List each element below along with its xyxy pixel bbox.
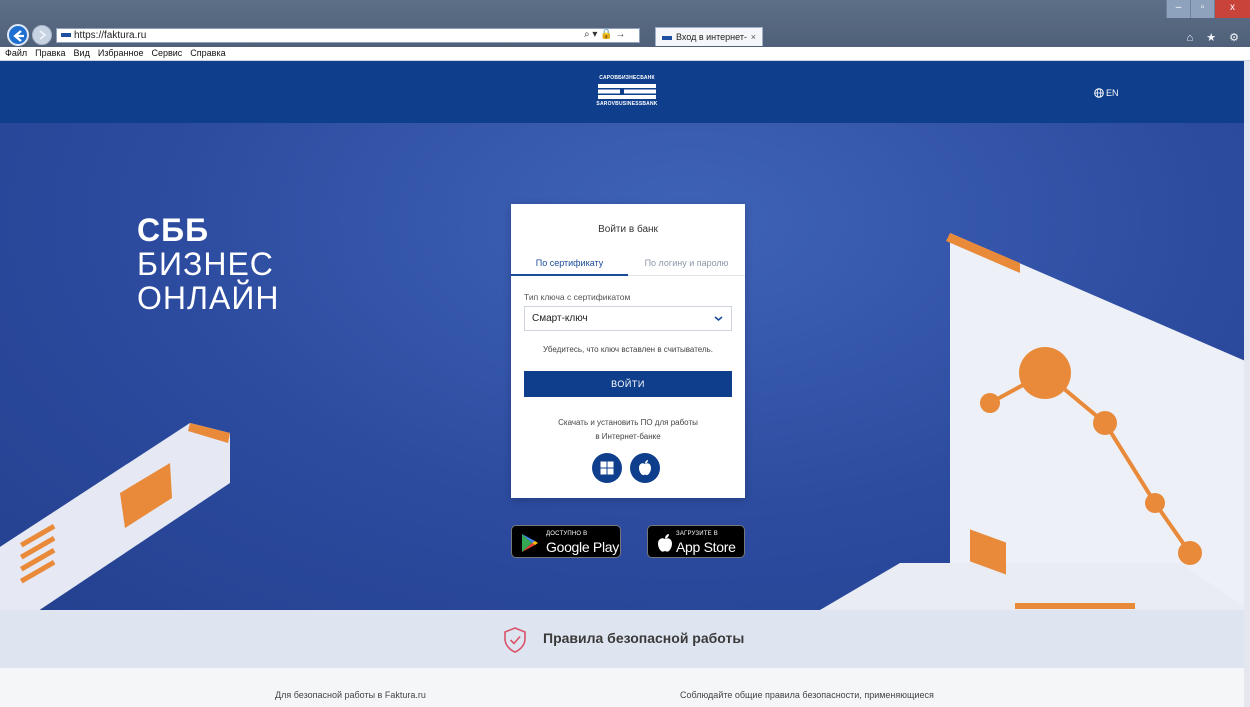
login-card: Войти в банк По сертификату По логину и … <box>511 204 745 498</box>
footer: Для безопасной работы в Faktura.ru Соблю… <box>0 668 1250 707</box>
address-url: https://faktura.ru <box>74 30 147 41</box>
browser-chrome: https://faktura.ru ⌕ ▾ 🔒 → Вход в интерн… <box>0 0 1250 60</box>
minimize-button[interactable]: – <box>1166 0 1190 18</box>
menu-help[interactable]: Справка <box>190 47 225 60</box>
windows-icon <box>600 461 614 475</box>
site-favicon-icon <box>61 33 71 38</box>
chevron-down-icon <box>714 307 723 339</box>
site-header: САРОВБИЗНЕСБАНК SAROVBUSINESSBANK EN <box>0 61 1250 123</box>
windows-download-button[interactable] <box>592 453 622 483</box>
login-title: Войти в банк <box>598 224 658 235</box>
card-illustration-icon <box>0 423 230 610</box>
download-text: Скачать и установить ПО для работы в Инт… <box>511 416 745 444</box>
apple-logo-icon <box>658 534 672 552</box>
google-play-label: Google Play <box>546 539 619 555</box>
macos-download-button[interactable] <box>630 453 660 483</box>
login-tabs: По сертификату По логину и паролю <box>511 254 745 276</box>
shield-check-icon <box>504 627 526 653</box>
app-store-small: Загрузите в <box>676 531 718 537</box>
close-window-button[interactable]: x <box>1214 0 1250 18</box>
tab-certificate[interactable]: По сертификату <box>511 254 628 276</box>
download-line2: в Интернет-банке <box>595 432 661 441</box>
download-line1: Скачать и установить ПО для работы <box>558 418 698 427</box>
footer-col1-text: Для безопасной работы в Faktura.ru <box>275 690 426 700</box>
security-rules-title: Правила безопасной работы <box>543 630 745 646</box>
page-scrollbar[interactable] <box>1244 61 1250 707</box>
menu-bar: Файл Правка Вид Избранное Сервис Справка <box>0 47 1250 61</box>
hero-title-line3: ОНЛАЙН <box>137 280 280 316</box>
hero-title-line2: БИЗНЕС <box>137 246 274 282</box>
arrow-right-icon <box>39 30 47 40</box>
language-switch[interactable]: EN <box>1094 88 1119 98</box>
language-label: EN <box>1106 88 1119 98</box>
key-type-select[interactable]: Смарт-ключ <box>524 306 732 331</box>
footer-col2-text: Соблюдайте общие правила безопасности, п… <box>680 690 934 700</box>
maximize-button[interactable]: ▫ <box>1190 0 1214 18</box>
security-rules-bar[interactable]: Правила безопасной работы <box>0 610 1250 668</box>
back-button[interactable] <box>7 24 29 46</box>
window-controls: – ▫ x <box>1166 0 1250 18</box>
hero-title: СББ БИЗНЕС ОНЛАЙН <box>137 213 279 315</box>
apple-icon <box>639 460 651 476</box>
tab-login-password[interactable]: По логину и паролю <box>628 254 745 276</box>
google-play-badge[interactable]: ДОСТУПНО В Google Play <box>511 525 621 558</box>
tab-close-icon[interactable]: × <box>751 28 756 46</box>
forward-button[interactable] <box>32 25 52 45</box>
key-hint: Убедитесь, что ключ вставлен в считывате… <box>542 345 714 354</box>
laptop-illustration-icon <box>820 233 1250 610</box>
arrow-left-icon <box>13 30 24 42</box>
bank-logo[interactable]: САРОВБИЗНЕСБАНК SAROVBUSINESSBANK <box>596 75 658 109</box>
app-store-badge[interactable]: Загрузите в App Store <box>647 525 745 558</box>
menu-file[interactable]: Файл <box>5 47 27 60</box>
app-store-label: App Store <box>676 539 736 555</box>
address-bar[interactable]: https://faktura.ru <box>56 28 640 43</box>
download-os-icons <box>592 453 660 483</box>
menu-favorites[interactable]: Избранное <box>98 47 144 60</box>
browser-tab[interactable]: Вход в интернет-банк × <box>655 27 763 60</box>
home-favorites-tools-icons[interactable]: ⌂ ★ ⚙ <box>1187 31 1244 44</box>
logo-text-en: SAROVBUSINESSBANK <box>596 101 658 107</box>
tab-favicon-icon <box>662 35 672 40</box>
google-play-small: ДОСТУПНО В <box>546 531 588 537</box>
logo-text-ru: САРОВБИЗНЕСБАНК <box>599 75 655 81</box>
globe-icon <box>1094 88 1104 98</box>
key-type-value: Смарт-ключ <box>532 313 588 324</box>
menu-view[interactable]: Вид <box>74 47 90 60</box>
google-play-icon <box>522 534 538 552</box>
address-tools[interactable]: ⌕ ▾ 🔒 → <box>584 29 625 40</box>
hero-title-line1: СББ <box>137 212 210 248</box>
key-type-label: Тип ключа с сертификатом <box>524 292 631 302</box>
menu-edit[interactable]: Правка <box>35 47 65 60</box>
menu-tools[interactable]: Сервис <box>151 47 182 60</box>
logo-mark-icon <box>598 84 656 99</box>
login-button[interactable]: ВОЙТИ <box>524 371 732 397</box>
